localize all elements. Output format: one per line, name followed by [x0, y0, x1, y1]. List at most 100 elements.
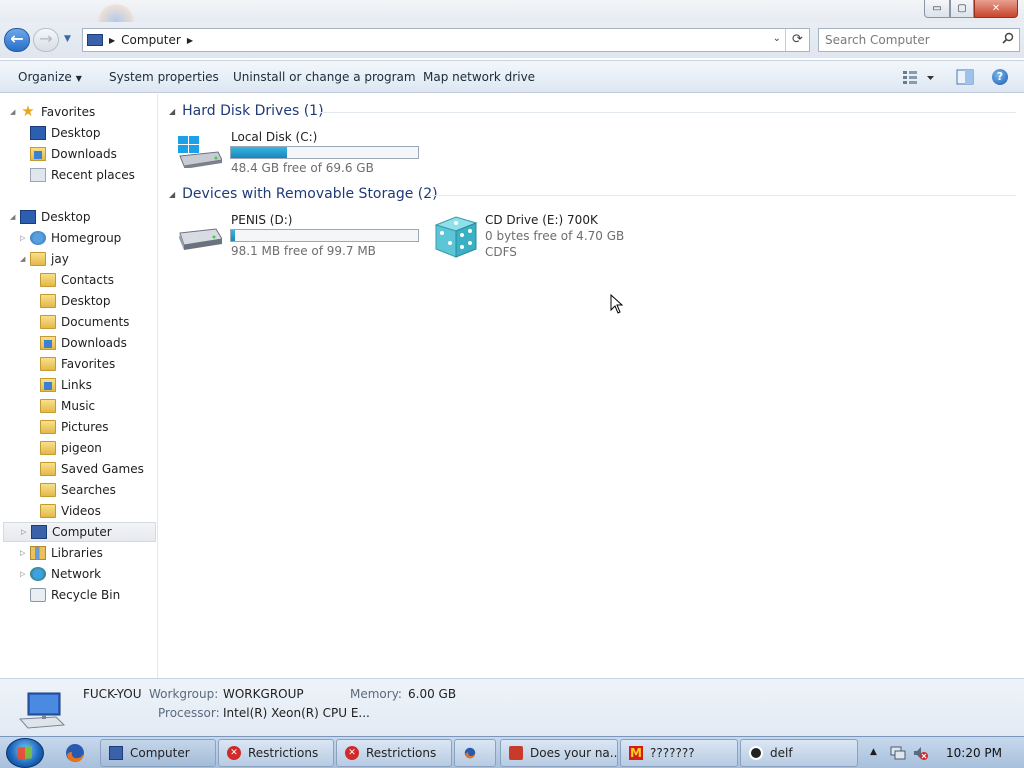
taskbar-item-delf[interactable]: delf: [740, 739, 858, 767]
network-status-icon[interactable]: [890, 745, 906, 761]
nav-computer[interactable]: ▷ Computer: [3, 522, 156, 542]
expand-arrow-icon[interactable]: ▷: [20, 549, 30, 557]
nav-label: Network: [51, 567, 102, 581]
group-divider: [428, 195, 1016, 196]
address-row: ← → ▼ ▶ Computer ▶ ⌄ ⟳ Search Computer: [0, 22, 1024, 58]
breadcrumb-arrow-icon[interactable]: ▶: [109, 36, 115, 45]
expand-arrow-icon[interactable]: ▷: [20, 570, 30, 578]
nav-favorites-desktop[interactable]: Desktop: [30, 123, 101, 143]
recent-places-icon: [30, 168, 46, 182]
collapse-arrow-icon[interactable]: ◢: [10, 108, 20, 116]
volume-muted-icon[interactable]: [912, 745, 928, 761]
nav-label: jay: [51, 252, 69, 266]
nav-recent-places[interactable]: Recent places: [30, 165, 135, 185]
taskbar-item-question-marks[interactable]: M ???????: [620, 739, 738, 767]
preview-pane-button[interactable]: [956, 69, 974, 88]
folder-icon: [40, 441, 56, 455]
preview-pane-icon: [956, 69, 974, 85]
nav-searches[interactable]: Searches: [40, 480, 116, 500]
maximize-button[interactable]: ▢: [950, 0, 974, 18]
nav-jay-favorites[interactable]: Favorites: [40, 354, 115, 374]
start-button[interactable]: [6, 738, 44, 768]
nav-desktop[interactable]: ◢ Desktop: [10, 207, 91, 227]
nav-label: Downloads: [51, 147, 117, 161]
group-header-hard-disk-drives[interactable]: ◢ Hard Disk Drives (1): [169, 103, 324, 119]
minimize-button[interactable]: ▭: [924, 0, 950, 18]
nav-favorites[interactable]: ◢ ★ Favorites: [10, 102, 95, 122]
taskbar-item-label: Restrictions: [248, 746, 319, 760]
collapse-arrow-icon[interactable]: ◢: [169, 190, 175, 199]
collapse-arrow-icon[interactable]: ◢: [20, 255, 30, 263]
address-dropdown-icon[interactable]: ⌄: [773, 33, 781, 44]
search-icon[interactable]: [1002, 32, 1014, 44]
nav-label: Homegroup: [51, 231, 122, 245]
group-title: Hard Disk Drives (1): [182, 103, 324, 119]
firefox-icon: [464, 747, 476, 759]
taskbar-item-label: delf: [770, 746, 793, 760]
taskbar-item-does-your-name[interactable]: Does your na...: [500, 739, 618, 767]
drive-local-disk-c[interactable]: Local Disk (C:) 48.4 GB free of 69.6 GB: [176, 130, 436, 176]
nav-label: Pictures: [61, 420, 109, 434]
dice-drive-icon: [434, 216, 478, 258]
homegroup-icon: [30, 231, 46, 245]
show-hidden-icons-icon[interactable]: ▲: [870, 747, 877, 757]
breadcrumb-computer[interactable]: Computer: [121, 33, 181, 47]
system-properties-button[interactable]: System properties: [109, 70, 219, 84]
nav-libraries[interactable]: ▷ Libraries: [20, 543, 103, 563]
expand-arrow-icon[interactable]: ▷: [21, 528, 31, 536]
folder-icon: [40, 315, 56, 329]
drive-removable-d[interactable]: PENIS (D:) 98.1 MB free of 99.7 MB: [176, 213, 436, 259]
mcdonalds-icon: M: [629, 746, 643, 760]
folder-icon: [40, 336, 56, 350]
nav-pigeon[interactable]: pigeon: [40, 438, 102, 458]
nav-favorites-downloads[interactable]: Downloads: [30, 144, 117, 164]
desktop-icon: [20, 210, 36, 224]
nav-saved-games[interactable]: Saved Games: [40, 459, 144, 479]
search-input[interactable]: Search Computer: [818, 28, 1020, 52]
nav-jay-downloads[interactable]: Downloads: [40, 333, 127, 353]
skull-icon: [749, 746, 763, 760]
change-view-button[interactable]: [902, 69, 936, 88]
collapse-arrow-icon[interactable]: ◢: [10, 213, 20, 221]
nav-label: Favorites: [61, 357, 116, 371]
nav-documents[interactable]: Documents: [40, 312, 129, 332]
nav-label: Recycle Bin: [51, 588, 121, 602]
nav-contacts[interactable]: Contacts: [40, 270, 114, 290]
taskbar-item-label: Restrictions: [366, 746, 437, 760]
taskbar-item-restrictions-1[interactable]: ✕ Restrictions: [218, 739, 334, 767]
organize-button[interactable]: Organize ▼: [18, 70, 82, 84]
breadcrumb-arrow-icon[interactable]: ▶: [187, 36, 193, 45]
drive-usage-fill: [231, 147, 288, 158]
navigation-pane: ◢ ★ Favorites Desktop Downloads Recent p…: [0, 94, 158, 678]
expand-arrow-icon[interactable]: ▷: [20, 234, 30, 242]
group-header-removable-storage[interactable]: ◢ Devices with Removable Storage (2): [169, 186, 438, 202]
uninstall-program-button[interactable]: Uninstall or change a program: [233, 70, 416, 84]
firefox-pinned-button[interactable]: [56, 741, 94, 765]
back-button[interactable]: ←: [4, 28, 30, 52]
address-bar[interactable]: ▶ Computer ▶ ⌄ ⟳: [82, 28, 810, 52]
recent-pages-dropdown[interactable]: ▼: [64, 34, 71, 44]
nav-recycle-bin[interactable]: Recycle Bin: [30, 585, 120, 605]
help-button[interactable]: ?: [992, 69, 1008, 85]
nav-homegroup[interactable]: ▷ Homegroup: [20, 228, 121, 248]
refresh-button[interactable]: ⟳: [785, 29, 809, 51]
drive-usage-bar: [230, 146, 419, 159]
map-network-drive-button[interactable]: Map network drive: [423, 70, 535, 84]
nav-jay-desktop[interactable]: Desktop: [40, 291, 111, 311]
nav-pictures[interactable]: Pictures: [40, 417, 109, 437]
nav-videos[interactable]: Videos: [40, 501, 101, 521]
drive-cd-e[interactable]: CD Drive (E:) 700K 0 bytes free of 4.70 …: [430, 213, 650, 261]
nav-links[interactable]: Links: [40, 375, 92, 395]
collapse-arrow-icon[interactable]: ◢: [169, 107, 175, 116]
nav-user-jay[interactable]: ◢ jay: [20, 249, 69, 269]
taskbar-item-computer[interactable]: Computer: [100, 739, 216, 767]
clock[interactable]: 10:20 PM: [946, 746, 1002, 760]
nav-music[interactable]: Music: [40, 396, 95, 416]
taskbar-item-restrictions-2[interactable]: ✕ Restrictions: [336, 739, 452, 767]
forward-button[interactable]: →: [33, 28, 59, 52]
libraries-icon: [30, 546, 46, 560]
taskbar-item-firefox[interactable]: [454, 739, 496, 767]
nav-network[interactable]: ▷ Network: [20, 564, 101, 584]
removable-drive-icon: [179, 228, 222, 250]
close-button[interactable]: ✕: [974, 0, 1018, 18]
